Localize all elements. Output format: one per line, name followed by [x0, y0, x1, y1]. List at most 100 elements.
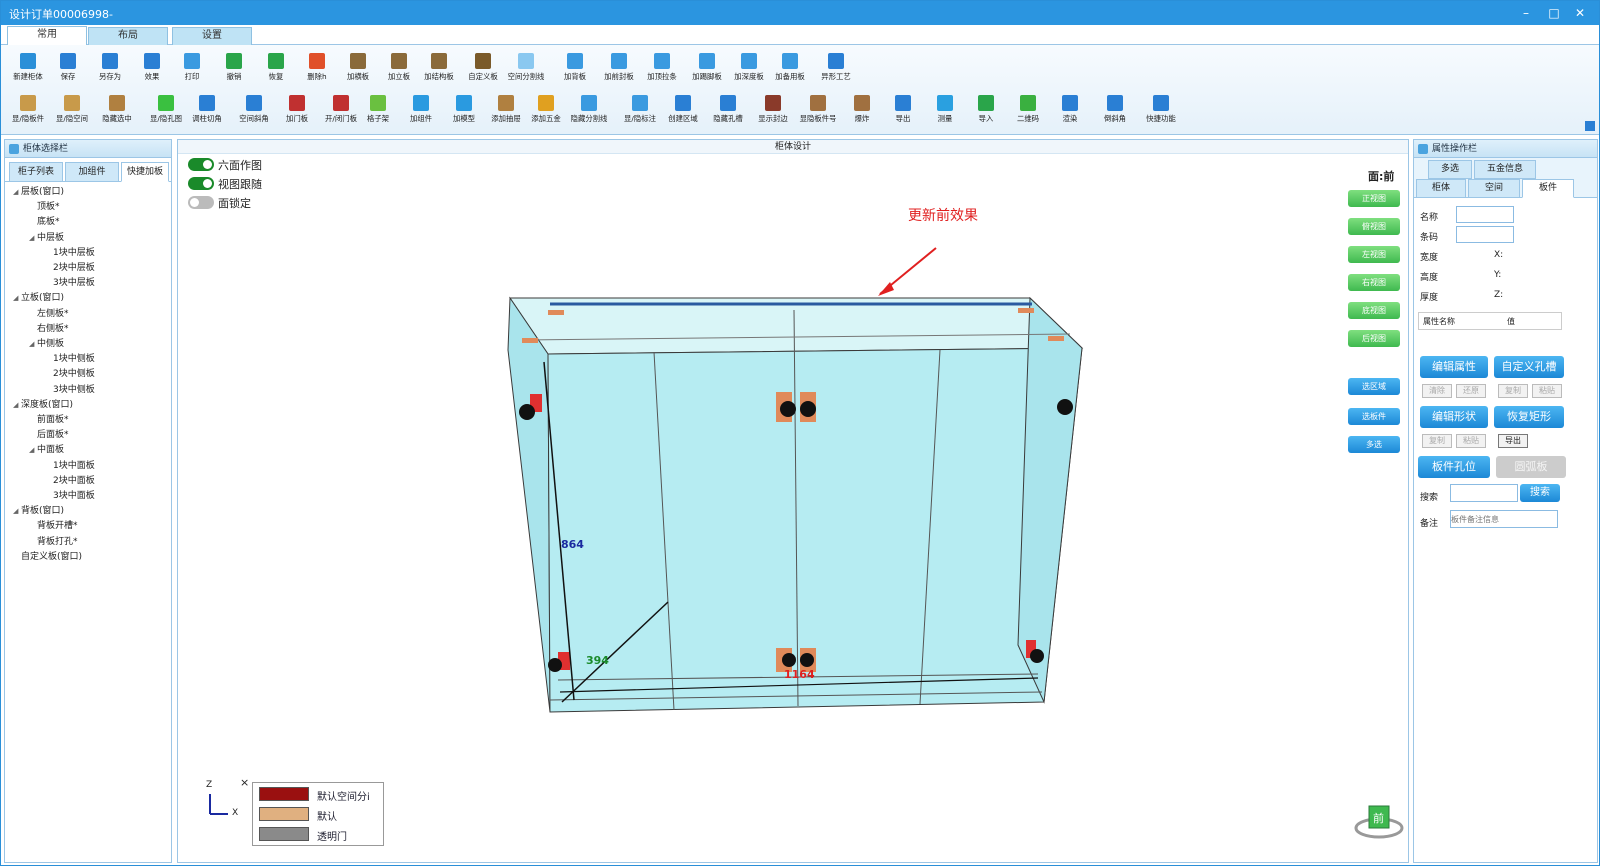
tree-node[interactable]: ◢ 背板(窗口) [13, 503, 64, 516]
toolbar-button[interactable]: 快捷功能 [1141, 91, 1181, 131]
tree-node[interactable]: ◢ 中层板 [29, 230, 64, 243]
multi-select-button[interactable]: 多选 [1348, 436, 1400, 453]
toolbar-button[interactable]: 新建柜体 [8, 49, 48, 89]
toolbar-button[interactable]: 显/隐板件 [8, 91, 48, 131]
paste-shape-button[interactable]: 粘贴 [1456, 434, 1486, 448]
toolbar-button[interactable]: 导入 [966, 91, 1006, 131]
toolbar-button[interactable]: 测量 [925, 91, 965, 131]
name-input[interactable] [1456, 206, 1514, 223]
tree-node[interactable]: 右侧板* [29, 321, 69, 334]
toolbar-button[interactable]: 显隐板件号 [798, 91, 838, 131]
copy-shape-button[interactable]: 复制 [1422, 434, 1452, 448]
edit-attribute-button[interactable]: 编辑属性 [1420, 356, 1488, 378]
tree-node[interactable]: ◢ 中面板 [29, 442, 64, 455]
tree-node[interactable]: 1块中侧板 [45, 351, 95, 364]
restore-rect-button[interactable]: 恢复矩形 [1494, 406, 1564, 428]
toolbar-button[interactable]: 显/隐孔图 [146, 91, 186, 131]
toolbar-button[interactable]: 保存 [48, 49, 88, 89]
toolbar-button[interactable]: 加踢脚板 [687, 49, 727, 89]
select-board-button[interactable]: 选板件 [1348, 408, 1400, 425]
bottom-view-button[interactable]: 底视图 [1348, 302, 1400, 319]
toolbar-button[interactable]: 二维码 [1008, 91, 1048, 131]
toolbar-button[interactable]: 倒斜角 [1095, 91, 1135, 131]
tree-node[interactable]: 后面板* [29, 427, 69, 440]
tree-node[interactable]: 背板打孔* [29, 534, 78, 547]
tree-node[interactable]: 3块中面板 [45, 488, 95, 501]
toolbar-button[interactable]: 加前封板 [599, 49, 639, 89]
clear-button[interactable]: 清除 [1422, 384, 1452, 398]
tree-node[interactable]: 前面板* [29, 412, 69, 425]
toolbar-button[interactable]: 导出 [883, 91, 923, 131]
tree-node[interactable]: ◢ 深度板(窗口) [13, 397, 73, 410]
toolbar-button[interactable]: 创建区域 [663, 91, 703, 131]
toolbar-button[interactable]: 恢复 [256, 49, 296, 89]
tree-toggle-icon[interactable]: ◢ [13, 294, 21, 302]
toolbar-button[interactable]: 效果 [132, 49, 172, 89]
board-hole-position-button[interactable]: 板件孔位 [1418, 456, 1490, 478]
tree-toggle-icon[interactable]: ◢ [13, 507, 21, 515]
toolbar-button[interactable]: 爆炸 [842, 91, 882, 131]
toolbar-button[interactable]: 加深度板 [729, 49, 769, 89]
minimize-button[interactable]: – [1515, 4, 1537, 22]
tab-layout[interactable]: 布局 [88, 27, 168, 45]
cabinet-design-canvas[interactable]: 柜体设计 六面作图 视图跟随 面锁定 面:前 更新前效果 864 394 116… [177, 139, 1409, 863]
tree-node[interactable]: 3块中侧板 [45, 382, 95, 395]
tree-node[interactable]: 背板开槽* [29, 518, 78, 531]
tree-node[interactable]: 1块中面板 [45, 458, 95, 471]
left-view-button[interactable]: 左视图 [1348, 246, 1400, 263]
front-view-button[interactable]: 正视图 [1348, 190, 1400, 207]
tab-cabinet-list[interactable]: 柜子列表 [9, 162, 63, 182]
toolbar-button[interactable]: 自定义板 [463, 49, 503, 89]
axis-close-icon[interactable]: × [240, 776, 249, 789]
tree-node[interactable]: ◢ 立板(窗口) [13, 290, 64, 303]
tree-node[interactable]: 顶板* [29, 199, 60, 212]
tree-toggle-icon[interactable]: ◢ [29, 340, 37, 348]
toolbar-button[interactable]: 添加抽屉 [486, 91, 526, 131]
tree-node[interactable]: ◢ 中侧板 [29, 336, 64, 349]
tree-toggle-icon[interactable]: ◢ [13, 188, 21, 196]
tab-common[interactable]: 常用 [7, 26, 87, 46]
custom-hole-button[interactable]: 自定义孔槽 [1494, 356, 1564, 378]
toolbar-button[interactable]: 隐藏孔槽 [708, 91, 748, 131]
tab-space[interactable]: 空间 [1468, 179, 1520, 198]
tab-cabinet[interactable]: 柜体 [1416, 179, 1466, 198]
toolbar-button[interactable]: 加门板 [277, 91, 317, 131]
toolbar-button[interactable]: 添加五金 [526, 91, 566, 131]
tab-multi-select[interactable]: 多选 [1428, 160, 1472, 179]
close-button[interactable]: ✕ [1569, 4, 1591, 22]
tree-node[interactable]: 1块中层板 [45, 245, 95, 258]
toolbar-button[interactable]: 空间斜角 [234, 91, 274, 131]
toolbar-button[interactable]: 加背板 [555, 49, 595, 89]
toolbar-button[interactable]: 加组件 [401, 91, 441, 131]
tree-node[interactable]: 底板* [29, 214, 60, 227]
tab-quick-add-board[interactable]: 快捷加板 [121, 162, 169, 182]
note-input[interactable] [1450, 510, 1558, 528]
copy-button[interactable]: 复制 [1498, 384, 1528, 398]
toolbar-button[interactable]: 另存为 [90, 49, 130, 89]
arc-board-button[interactable]: 圆弧板 [1496, 456, 1566, 478]
right-view-button[interactable]: 右视图 [1348, 274, 1400, 291]
back-view-button[interactable]: 后视图 [1348, 330, 1400, 347]
toolbar-button[interactable]: 加备用板 [770, 49, 810, 89]
tree-node[interactable]: 2块中层板 [45, 260, 95, 273]
toolbar-button[interactable]: 加模型 [444, 91, 484, 131]
tree-toggle-icon[interactable]: ◢ [29, 234, 37, 242]
tab-board[interactable]: 板件 [1522, 179, 1574, 198]
toolbar-button[interactable]: 加横板 [338, 49, 378, 89]
toolbar-button[interactable]: 删除h [297, 49, 337, 89]
tree-node[interactable]: 左侧板* [29, 306, 69, 319]
tree-toggle-icon[interactable]: ◢ [29, 446, 37, 454]
tree-toggle-icon[interactable]: ◢ [13, 401, 21, 409]
paste-button[interactable]: 粘贴 [1532, 384, 1562, 398]
search-button[interactable]: 搜索 [1520, 484, 1560, 502]
toolbar-button[interactable]: 格子架 [358, 91, 398, 131]
pin-icon[interactable] [1585, 121, 1595, 131]
toolbar-button[interactable]: 加立板 [379, 49, 419, 89]
toolbar-button[interactable]: 打印 [172, 49, 212, 89]
tree-node[interactable]: 2块中面板 [45, 473, 95, 486]
toolbar-button[interactable]: 显示封边 [753, 91, 793, 131]
toolbar-button[interactable]: 空间分割线 [506, 49, 546, 89]
toolbar-button[interactable]: 加结构板 [419, 49, 459, 89]
search-input[interactable] [1450, 484, 1518, 502]
tree-node[interactable]: 3块中层板 [45, 275, 95, 288]
